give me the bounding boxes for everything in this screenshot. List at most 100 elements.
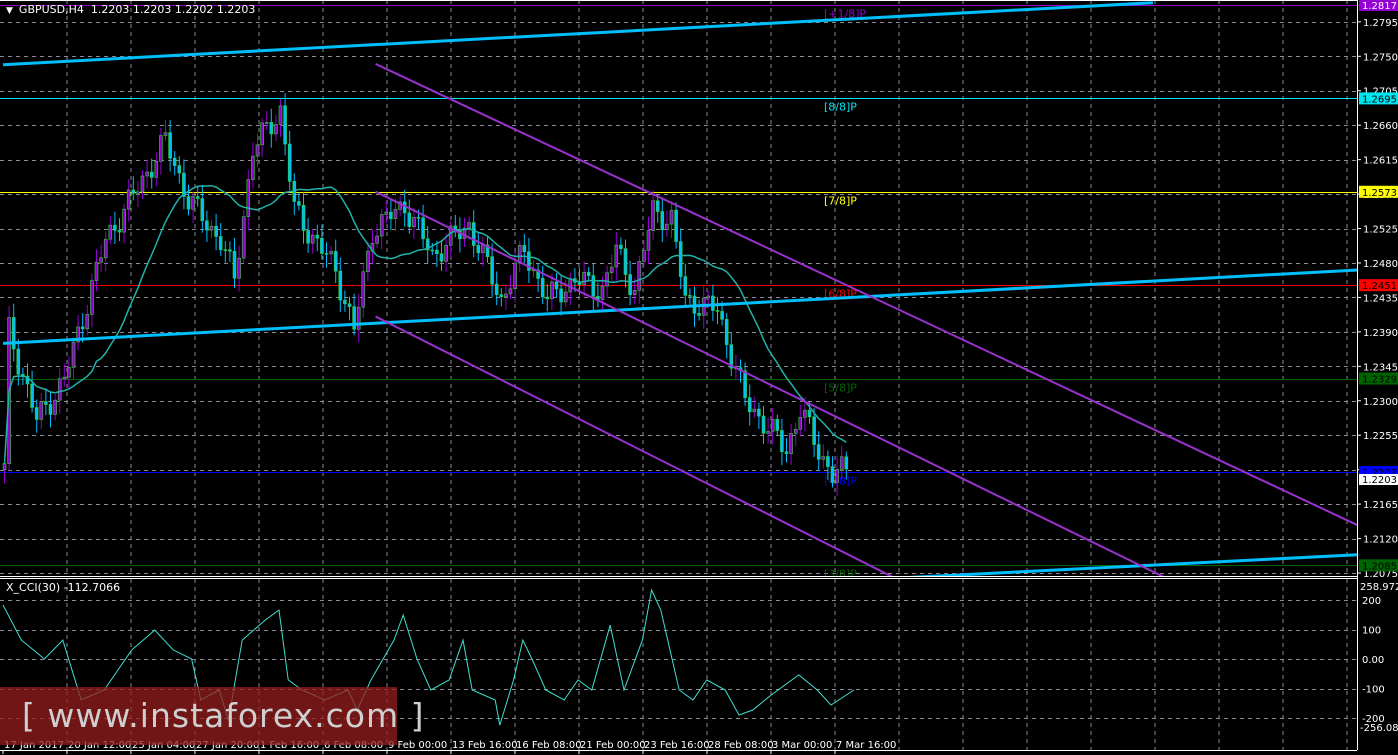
candle-body (264, 122, 269, 124)
candle-body (586, 272, 591, 276)
candle-body (711, 295, 715, 311)
candle-body (375, 235, 379, 244)
candle-body (237, 257, 241, 279)
candle-body (669, 209, 674, 225)
candle-body (232, 250, 237, 279)
candle-body (136, 191, 140, 194)
candle-body (412, 216, 416, 227)
candle-body (504, 293, 508, 297)
candle-body (724, 319, 729, 345)
cci-scale-bottom: -256.087 (1360, 723, 1398, 734)
candle-body (145, 171, 149, 177)
candle-body (195, 196, 200, 199)
candle-body (554, 281, 559, 290)
candle-body (154, 160, 159, 178)
candle-body (632, 290, 637, 295)
murrey-level-label: [7/8]P (824, 195, 857, 208)
candle-body (2, 463, 7, 470)
time-tick-label: 23 Feb 16:00 (644, 740, 710, 751)
watermark: [ www.instaforex.com ] (0, 687, 423, 745)
candle-body (44, 401, 48, 405)
candle-body (481, 244, 485, 254)
price-tick-label: 1.2345 (1363, 362, 1398, 373)
candle-body (435, 249, 439, 255)
trend-line (375, 63, 1361, 528)
candle-body (499, 294, 504, 297)
candle-body (34, 407, 39, 420)
candle-body (421, 217, 425, 240)
dropdown-triangle-icon[interactable]: ▼ (6, 6, 13, 16)
level-price-label: 1.2329 (1362, 375, 1397, 386)
level-price-label: 1.2573 (1362, 188, 1397, 199)
level-price-label: 1.2817 (1362, 1, 1397, 12)
candle-body (844, 456, 849, 470)
candle-body (623, 248, 628, 275)
candle-body (839, 456, 844, 470)
candle-body (609, 266, 614, 274)
candle-body (62, 376, 67, 380)
candle-body (140, 175, 145, 193)
candle-body (67, 367, 71, 378)
candle-body (416, 216, 421, 219)
candle-body (168, 132, 172, 159)
candle-body (343, 299, 347, 305)
candle-body (320, 237, 324, 254)
candle-body (471, 222, 476, 246)
candle-body (214, 225, 218, 237)
candle-body (131, 189, 136, 194)
murrey-level-label: [4/8]P (824, 475, 857, 488)
candle-body (108, 224, 113, 240)
candle-body (53, 399, 57, 415)
candle-body (333, 251, 338, 272)
candle-body (347, 303, 352, 307)
time-tick-label: 3 Mar 00:00 (772, 740, 832, 751)
candle-body (71, 341, 76, 368)
trend-line (375, 315, 906, 584)
candle-body (186, 196, 191, 210)
price-chart[interactable]: [+1/8]P[8/8]P[7/8]P[6/8]P[5/8]P[4/8]P[3/… (0, 0, 1398, 755)
candle-body (444, 244, 448, 262)
price-tick-label: 1.2165 (1363, 500, 1398, 511)
candle-body (393, 209, 398, 220)
candle-body (218, 236, 223, 250)
candle-body (209, 225, 214, 231)
candle-body (761, 415, 766, 434)
candle-body (793, 429, 798, 434)
candle-body (816, 444, 821, 460)
candle-body (366, 250, 370, 273)
candle-body (163, 132, 168, 136)
candle-body (315, 234, 320, 239)
candle-body (545, 296, 550, 300)
candle-body (494, 283, 499, 295)
candle-body (830, 466, 835, 483)
candle-body (522, 245, 527, 252)
candle-body (591, 275, 596, 297)
price-tick-label: 1.2300 (1363, 397, 1398, 408)
candle-body (48, 404, 53, 415)
candle-body (715, 310, 720, 312)
candle-body (780, 430, 784, 452)
candle-body (310, 234, 315, 244)
candle-body (582, 272, 586, 286)
price-tick-label: 1.2750 (1363, 52, 1398, 63)
candle-body (559, 288, 563, 303)
candle-body (297, 201, 301, 206)
candle-body (113, 224, 117, 231)
candle-body (338, 270, 343, 301)
candle-body (103, 238, 108, 259)
candle-body (269, 122, 274, 135)
cci-indicator-title: X_CCI(30) -112.7066 (6, 581, 121, 594)
candle-body (655, 200, 660, 212)
cci-tick-label: 100 (1362, 626, 1381, 637)
chart-title: ▼ GBPUSD,H4 1.2203 1.2203 1.2202 1.2203 (6, 3, 255, 16)
price-tick-label: 1.2480 (1363, 259, 1398, 270)
candle-body (807, 409, 812, 418)
candle-body (821, 456, 826, 460)
time-tick-label: 7 Mar 16:00 (836, 740, 896, 751)
murrey-level-label: [8/8]P (824, 101, 857, 114)
candle-body (628, 274, 632, 295)
level-price-label: 1.2451 (1362, 281, 1397, 292)
candle-body (205, 220, 209, 231)
candle-body (251, 155, 255, 180)
candle-body (177, 165, 182, 174)
